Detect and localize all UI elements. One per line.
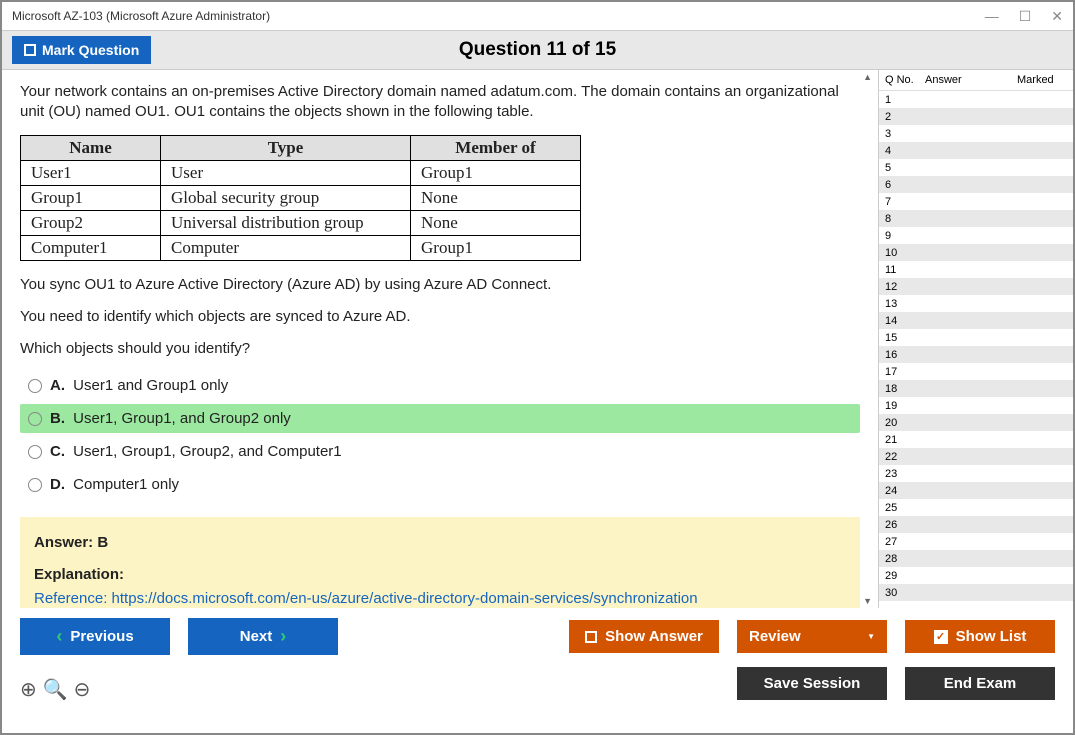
question-list-row[interactable]: 4	[879, 142, 1073, 159]
question-list-row[interactable]: 1	[879, 91, 1073, 108]
body: ▲ Your network contains an on-premises A…	[2, 70, 1073, 608]
question-list-row[interactable]: 6	[879, 176, 1073, 193]
question-list-row[interactable]: 17	[879, 363, 1073, 380]
table-row: Group1Global security groupNone	[21, 185, 581, 210]
chevron-left-icon	[56, 626, 62, 647]
maximize-icon[interactable]: ☐	[1019, 8, 1032, 25]
question-list-row[interactable]: 7	[879, 193, 1073, 210]
zoom-reset-icon[interactable]: ⊕	[20, 677, 37, 702]
question-list-row[interactable]: 15	[879, 329, 1073, 346]
scroll-down-icon[interactable]: ▼	[859, 594, 876, 608]
radio-icon	[28, 412, 42, 426]
previous-button[interactable]: Previous	[20, 618, 170, 655]
table-header-type: Type	[161, 135, 411, 160]
question-list-row[interactable]: 10	[879, 244, 1073, 261]
question-list-row[interactable]: 13	[879, 295, 1073, 312]
question-list-row[interactable]: 26	[879, 516, 1073, 533]
zoom-controls: ⊕ 🔍 ⊖	[20, 677, 90, 702]
bottom-bar: Previous Next Show Answer Review ▼ ✓ Sho…	[2, 608, 1073, 702]
header-answer: Answer	[925, 74, 1017, 86]
answer-box: Answer: B Explanation: Reference: https:…	[20, 517, 860, 608]
question-list-row[interactable]: 18	[879, 380, 1073, 397]
chevron-down-icon: ▼	[867, 632, 875, 641]
minimize-icon[interactable]: —	[985, 8, 999, 25]
close-icon[interactable]: ✕	[1051, 8, 1063, 25]
question-list-row[interactable]: 22	[879, 448, 1073, 465]
show-answer-button[interactable]: Show Answer	[569, 620, 719, 653]
question-list-row[interactable]: 24	[879, 482, 1073, 499]
answer-option[interactable]: B. User1, Group1, and Group2 only	[20, 404, 860, 433]
mark-question-button[interactable]: Mark Question	[12, 36, 151, 64]
question-text-4: Which objects should you identify?	[20, 339, 860, 359]
question-list-row[interactable]: 11	[879, 261, 1073, 278]
question-text-1: Your network contains an on-premises Act…	[20, 82, 860, 123]
question-counter: Question 11 of 15	[459, 39, 616, 61]
reference-line: Reference: https://docs.microsoft.com/en…	[34, 587, 846, 608]
question-list-row[interactable]: 2	[879, 108, 1073, 125]
question-text-3: You need to identify which objects are s…	[20, 307, 860, 327]
check-icon: ✓	[934, 630, 948, 644]
objects-table: Name Type Member of User1UserGroup1Group…	[20, 135, 581, 261]
scroll-up-icon[interactable]: ▲	[859, 70, 876, 84]
zoom-in-icon[interactable]: 🔍	[43, 677, 68, 702]
question-list-row[interactable]: 16	[879, 346, 1073, 363]
review-button[interactable]: Review ▼	[737, 620, 887, 653]
answer-option[interactable]: D. Computer1 only	[20, 470, 860, 499]
answer-options: A. User1 and Group1 only B. User1, Group1…	[20, 371, 860, 499]
reference-link[interactable]: https://docs.microsoft.com/en-us/azure/a…	[112, 590, 698, 607]
question-text-2: You sync OU1 to Azure Active Directory (…	[20, 275, 860, 295]
question-list-scroll[interactable]: 1234567891011121314151617181920212223242…	[879, 91, 1073, 608]
radio-icon	[28, 445, 42, 459]
question-list-row[interactable]: 8	[879, 210, 1073, 227]
chevron-right-icon	[280, 626, 286, 647]
toolbar: Mark Question Question 11 of 15	[2, 30, 1073, 70]
radio-icon	[28, 478, 42, 492]
checkbox-icon	[24, 44, 36, 56]
titlebar: Microsoft AZ-103 (Microsoft Azure Admini…	[2, 2, 1073, 30]
question-list-header: Q No. Answer Marked	[879, 70, 1073, 91]
answer-option[interactable]: A. User1 and Group1 only	[20, 371, 860, 400]
question-list-row[interactable]: 14	[879, 312, 1073, 329]
question-list-row[interactable]: 12	[879, 278, 1073, 295]
question-panel: ▲ Your network contains an on-premises A…	[2, 70, 878, 608]
table-header-name: Name	[21, 135, 161, 160]
table-row: Group2Universal distribution groupNone	[21, 210, 581, 235]
table-row: Computer1ComputerGroup1	[21, 235, 581, 260]
table-row: User1UserGroup1	[21, 160, 581, 185]
question-list-row[interactable]: 9	[879, 227, 1073, 244]
question-list-panel: Q No. Answer Marked 12345678910111213141…	[878, 70, 1073, 608]
question-list-row[interactable]: 25	[879, 499, 1073, 516]
window-controls: — ☐ ✕	[985, 8, 1063, 25]
explanation-label: Explanation:	[34, 563, 846, 587]
question-list-row[interactable]: 19	[879, 397, 1073, 414]
radio-icon	[28, 379, 42, 393]
question-list-row[interactable]: 23	[879, 465, 1073, 482]
mark-question-label: Mark Question	[42, 42, 139, 58]
question-list-row[interactable]: 28	[879, 550, 1073, 567]
answer-option[interactable]: C. User1, Group1, Group2, and Computer1	[20, 437, 860, 466]
question-list-row[interactable]: 21	[879, 431, 1073, 448]
question-list-row[interactable]: 5	[879, 159, 1073, 176]
save-session-button[interactable]: Save Session	[737, 667, 887, 700]
window-title: Microsoft AZ-103 (Microsoft Azure Admini…	[12, 9, 270, 23]
show-list-button[interactable]: ✓ Show List	[905, 620, 1055, 653]
question-list-row[interactable]: 20	[879, 414, 1073, 431]
table-header-memberof: Member of	[411, 135, 581, 160]
header-marked: Marked	[1017, 74, 1067, 86]
zoom-out-icon[interactable]: ⊖	[74, 677, 91, 702]
question-list-row[interactable]: 29	[879, 567, 1073, 584]
question-list-row[interactable]: 27	[879, 533, 1073, 550]
answer-label: Answer: B	[34, 531, 846, 555]
end-exam-button[interactable]: End Exam	[905, 667, 1055, 700]
square-icon	[585, 631, 597, 643]
question-list-row[interactable]: 3	[879, 125, 1073, 142]
question-list-row[interactable]: 30	[879, 584, 1073, 601]
header-qno: Q No.	[885, 74, 925, 86]
next-button[interactable]: Next	[188, 618, 338, 655]
